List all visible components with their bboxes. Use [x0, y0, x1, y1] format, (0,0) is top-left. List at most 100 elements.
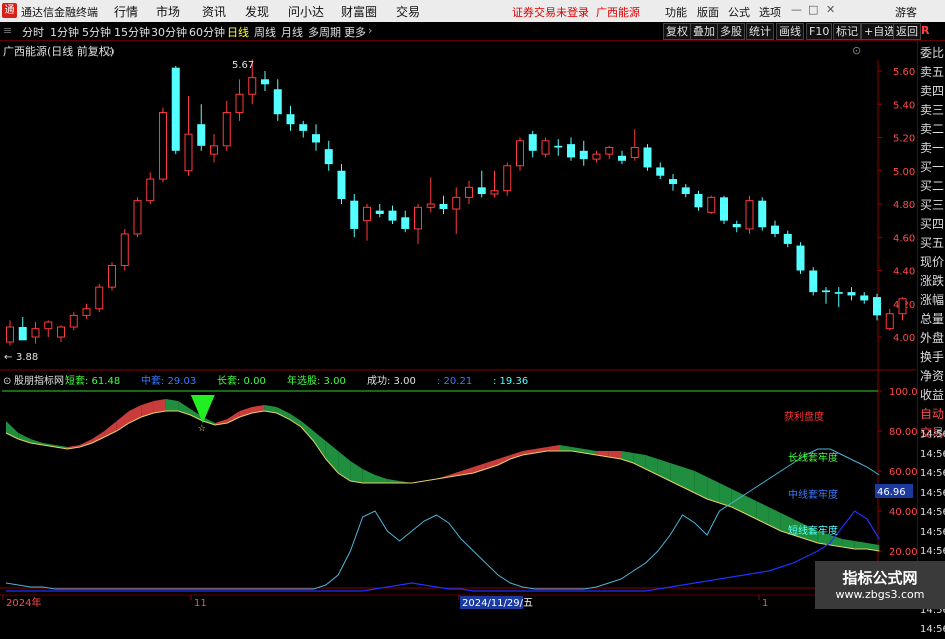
- sidebar-item-6[interactable]: 买一: [920, 158, 944, 176]
- indicator-band-segment: [633, 453, 646, 469]
- sidebar-item-11[interactable]: 现价: [920, 253, 944, 271]
- sidebar-time-3: 14:56: [920, 487, 945, 499]
- sidebar-item-18[interactable]: 收益: [920, 386, 944, 404]
- tool-adjust[interactable]: 复权: [663, 23, 691, 40]
- candle-body-up: [146, 178, 155, 202]
- period-weekly[interactable]: 周线: [254, 24, 276, 40]
- sidebar-item-0[interactable]: 委比: [920, 44, 944, 62]
- annotation-mid: 中线套牢度: [788, 488, 838, 501]
- menu-item-market[interactable]: 市场: [156, 3, 180, 20]
- indicator-band-segment: [325, 441, 339, 473]
- price-tick-label: 5.20: [893, 134, 915, 145]
- low-arrow-icon: ←: [4, 352, 12, 363]
- login-notice[interactable]: 证券交易未登录 广西能源: [512, 4, 640, 20]
- sidebar-item-1[interactable]: 卖五: [920, 63, 944, 81]
- candlesticks: [6, 59, 907, 346]
- candle-body-up: [414, 206, 422, 230]
- candle-body-up: [44, 321, 53, 330]
- period-intraday[interactable]: 分时: [22, 24, 44, 40]
- indicator-legend-item: 成功: 3.00: [367, 375, 416, 387]
- sidebar-item-8[interactable]: 买三: [920, 196, 944, 214]
- sidebar-item-15[interactable]: 外盘: [920, 329, 944, 347]
- sidebar-item-9[interactable]: 买四: [920, 215, 944, 233]
- x-axis-label: 2024年: [6, 596, 41, 609]
- period-daily[interactable]: 日线: [227, 24, 249, 40]
- x-axis: 2024年 11 2024/11/29/五 1: [2, 595, 768, 609]
- sidebar-item-7[interactable]: 买二: [920, 177, 944, 195]
- sidebar-item-10[interactable]: 买五: [920, 234, 944, 252]
- menu-item-options[interactable]: 选项: [759, 4, 781, 20]
- sidebar-item-19[interactable]: 自动: [920, 405, 944, 423]
- candle-body-down: [847, 292, 856, 296]
- chevron-right-icon[interactable]: ›: [368, 24, 372, 37]
- menu-item-quotes[interactable]: 行情: [114, 3, 138, 20]
- tool-back[interactable]: 返回: [893, 23, 921, 40]
- indicator-band-segment: [854, 541, 867, 549]
- indicator-settings-icon[interactable]: ⊙: [3, 376, 11, 387]
- period-15min[interactable]: 15分钟: [114, 24, 150, 40]
- x-axis-label: 11: [194, 598, 207, 609]
- tool-statistics[interactable]: 统计: [746, 23, 774, 40]
- candle-body-up: [108, 265, 116, 288]
- login-status-text: 证券交易未登录: [512, 6, 589, 19]
- period-60min[interactable]: 60分钟: [189, 24, 225, 40]
- period-5min[interactable]: 5分钟: [82, 24, 111, 40]
- close-icon[interactable]: ✕: [826, 3, 835, 16]
- sidebar-item-4[interactable]: 卖二: [920, 120, 944, 138]
- expand-icon[interactable]: ≡: [3, 24, 12, 37]
- buy-signal-arrow: [190, 395, 215, 423]
- sidebar-time-10: 14:56: [920, 624, 945, 635]
- tool-mark[interactable]: 标记: [833, 23, 861, 40]
- candle-body-up: [95, 286, 104, 310]
- menu-item-news[interactable]: 资讯: [202, 3, 226, 20]
- candle-body-up: [452, 196, 461, 210]
- minimize-icon[interactable]: —: [791, 3, 802, 16]
- candle-body-up: [707, 196, 716, 213]
- period-30min[interactable]: 30分钟: [151, 24, 187, 40]
- menu-item-ask[interactable]: 问小达: [288, 3, 324, 20]
- indicator-name: 股朋指标网: [14, 374, 64, 387]
- menu-item-wealth[interactable]: 财富圈: [341, 3, 377, 20]
- candle-body-down: [809, 270, 818, 293]
- period-monthly[interactable]: 月线: [281, 24, 303, 40]
- period-toolbar: ≡ 分时 1分钟 5分钟 15分钟 30分钟 60分钟 日线 周线 月线 多周期…: [0, 22, 945, 41]
- title-bar: 通 通达信金融终端 行情 市场 资讯 发现 问小达 财富圈 交易 证券交易未登录…: [0, 0, 945, 22]
- menu-item-trade[interactable]: 交易: [396, 3, 420, 20]
- sidebar-item-13[interactable]: 涨幅: [920, 291, 944, 309]
- sidebar-item-17[interactable]: 净资: [920, 367, 944, 385]
- sidebar-r-label[interactable]: R: [921, 24, 929, 37]
- candle-body-down: [796, 245, 805, 271]
- candle-body-up: [363, 206, 371, 222]
- sidebar-item-16[interactable]: 换手: [920, 348, 944, 366]
- quote-sidebar: 委比 卖五 卖四 卖三 卖二 卖一 买一 买二 买三 买四 买五 现价 涨跌 涨幅 总量 外盘 换手 净资 收益 自动…: [917, 41, 945, 635]
- tool-draw[interactable]: 画线: [776, 23, 804, 40]
- menu-item-formula[interactable]: 公式: [728, 4, 750, 20]
- candle-body-up: [426, 203, 435, 208]
- menu-item-layout[interactable]: 版面: [697, 4, 719, 20]
- menu-item-function[interactable]: 功能: [665, 4, 687, 20]
- menu-item-guest[interactable]: 游客: [895, 4, 917, 20]
- tool-multi-stock[interactable]: 多股: [717, 23, 745, 40]
- candle-body-up: [885, 313, 894, 330]
- candle-body-up: [503, 165, 512, 192]
- indicator-band-segment: [165, 399, 179, 411]
- period-multi[interactable]: 多周期: [308, 24, 341, 40]
- chart-options-icon[interactable]: ⊙: [852, 44, 861, 57]
- tool-overlay[interactable]: 叠加: [690, 23, 718, 40]
- period-1min[interactable]: 1分钟: [50, 24, 79, 40]
- sidebar-time-0: 14:56: [920, 429, 945, 440]
- price-tick-label: 4.60: [893, 233, 915, 244]
- chart-settings-icon[interactable]: ⊙: [106, 45, 115, 58]
- candle-body-up: [82, 308, 91, 316]
- sidebar-item-14[interactable]: 总量: [920, 310, 944, 328]
- sidebar-item-2[interactable]: 卖四: [920, 82, 944, 100]
- indicator-band-segment: [559, 445, 572, 451]
- candle-body-down: [273, 89, 282, 115]
- period-more[interactable]: 更多: [344, 24, 366, 40]
- sidebar-item-3[interactable]: 卖三: [920, 101, 944, 119]
- maximize-icon[interactable]: □: [808, 3, 818, 16]
- sidebar-item-12[interactable]: 涨跌: [920, 272, 944, 290]
- tool-f10[interactable]: F10: [806, 23, 833, 40]
- menu-item-discover[interactable]: 发现: [245, 3, 269, 20]
- sidebar-item-5[interactable]: 卖一: [920, 139, 944, 157]
